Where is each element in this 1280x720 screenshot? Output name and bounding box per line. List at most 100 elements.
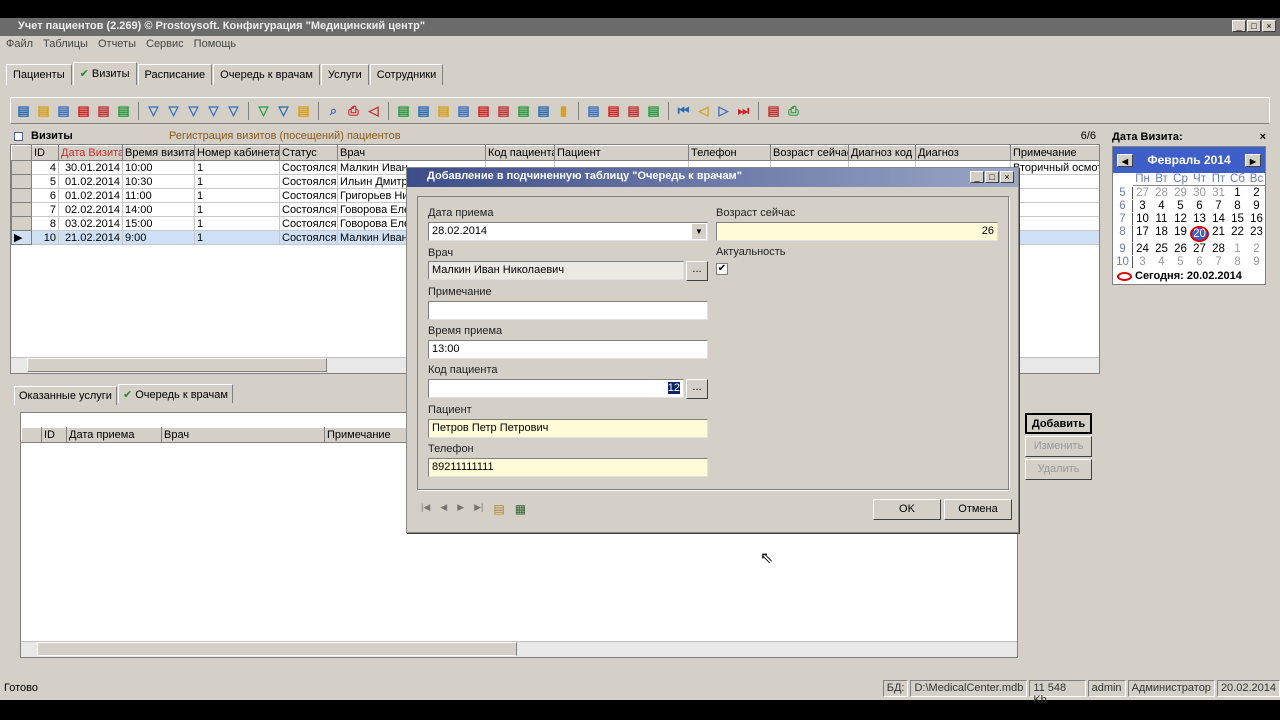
dialog-maximize-button[interactable]: □ xyxy=(985,171,999,183)
calendar-day[interactable]: 6 xyxy=(1190,256,1209,268)
column-header[interactable]: ID xyxy=(31,145,59,161)
import2-icon[interactable]: ▤ xyxy=(605,102,622,119)
excel-icon[interactable]: ▤ xyxy=(455,102,472,119)
calendar-day[interactable]: 15 xyxy=(1228,213,1247,225)
time-field[interactable]: 13:00 xyxy=(428,340,708,359)
prev-record-icon[interactable]: ◀ xyxy=(440,502,447,516)
menu-item[interactable]: Таблицы xyxy=(43,38,88,54)
filter-remove-icon[interactable]: ▽ xyxy=(165,102,182,119)
menu-item[interactable]: Помощь xyxy=(194,38,237,54)
columns-icon[interactable]: ▤ xyxy=(625,102,642,119)
export-excel-icon[interactable]: ▤ xyxy=(415,102,432,119)
calendar-day[interactable]: 4 xyxy=(1152,256,1171,268)
dialog-minimize-button[interactable]: _ xyxy=(970,171,984,183)
column-header[interactable]: Примечание xyxy=(1010,145,1099,161)
calendar-day[interactable]: 5 xyxy=(1171,200,1190,212)
queue-scrollbar[interactable] xyxy=(21,641,1017,657)
active-checkbox[interactable]: ✔ xyxy=(716,263,728,275)
print-icon[interactable]: ⎙ xyxy=(345,102,362,119)
tab-2[interactable]: Расписание xyxy=(137,64,213,85)
next-month-button[interactable]: ▶ xyxy=(1244,153,1261,167)
calendar-day[interactable]: 6 xyxy=(1190,200,1209,212)
export-icon[interactable]: ▤ xyxy=(475,102,492,119)
column-header[interactable]: Телефон xyxy=(688,145,771,161)
calendar-day[interactable]: 27 xyxy=(1133,187,1152,199)
calendar-day[interactable]: 11 xyxy=(1152,213,1171,225)
filter-yellow-icon[interactable]: ▽ xyxy=(205,102,222,119)
calendar-day[interactable]: 5 xyxy=(1171,256,1190,268)
folder-icon[interactable]: ▤ xyxy=(493,502,504,516)
next-record-icon[interactable]: ▶ xyxy=(457,502,464,516)
column-header[interactable]: Врач xyxy=(161,427,325,443)
calendar-day[interactable]: 1 xyxy=(1228,243,1247,255)
calendar-day[interactable]: 13 xyxy=(1190,213,1209,225)
detail-tab-1[interactable]: ✔ Очередь к врачам xyxy=(117,384,233,403)
filter-tree-icon[interactable]: ▽ xyxy=(275,102,292,119)
calendar-day[interactable]: 8 xyxy=(1228,200,1247,212)
date-field[interactable]: 28.02.2014 ▼ xyxy=(428,222,708,241)
export-csv-icon[interactable]: ▤ xyxy=(515,102,532,119)
export-html-icon[interactable]: ▤ xyxy=(495,102,512,119)
menu-item[interactable]: Файл xyxy=(6,38,33,54)
calendar-day[interactable]: 14 xyxy=(1209,213,1228,225)
calendar-day[interactable]: 3 xyxy=(1133,256,1152,268)
doctor-field[interactable]: Малкин Иван Николаевич xyxy=(428,261,684,280)
first-record-icon[interactable]: |◀ xyxy=(421,502,430,516)
code-browse-button[interactable]: ... xyxy=(686,379,708,399)
table-settings-icon[interactable]: ▤ xyxy=(645,102,662,119)
calendar-day[interactable]: 3 xyxy=(1133,200,1152,212)
last-icon[interactable]: ⏭ xyxy=(735,102,752,119)
calendar-day[interactable]: 2 xyxy=(1247,187,1266,199)
calendar-day[interactable]: 28 xyxy=(1152,187,1171,199)
tab-0[interactable]: Пациенты xyxy=(6,64,72,85)
tab-5[interactable]: Сотрудники xyxy=(369,64,444,85)
scroll-thumb[interactable] xyxy=(37,642,517,656)
minimize-button[interactable]: _ xyxy=(1232,20,1246,32)
scroll-thumb[interactable] xyxy=(27,358,327,372)
dialog-close-button[interactable]: × xyxy=(1000,171,1014,183)
edit-icon[interactable]: ▤ xyxy=(35,102,52,119)
patient-field[interactable]: Петров Петр Петрович xyxy=(428,419,708,438)
add-record-icon[interactable]: ▤ xyxy=(15,102,32,119)
column-header[interactable]: Диагноз код xyxy=(848,145,916,161)
prev-month-button[interactable]: ◀ xyxy=(1117,153,1133,167)
column-header[interactable]: Дата Визита xyxy=(58,145,123,161)
ok-button[interactable]: OK xyxy=(873,499,941,520)
calendar-day[interactable]: 23 xyxy=(1247,226,1266,242)
column-header[interactable]: Время визита xyxy=(122,145,195,161)
age-field[interactable]: 26 xyxy=(716,222,998,241)
delete-table-icon[interactable]: ▤ xyxy=(95,102,112,119)
calendar-day[interactable]: 9 xyxy=(1247,200,1266,212)
menu-item[interactable]: Отчеты xyxy=(98,38,136,54)
delete-icon[interactable]: ▤ xyxy=(75,102,92,119)
last-record-icon[interactable]: ▶| xyxy=(474,502,483,516)
calendar-day[interactable]: 1 xyxy=(1228,187,1247,199)
calendar-day[interactable]: 25 xyxy=(1152,243,1171,255)
column-header[interactable]: Врач xyxy=(337,145,486,161)
today-label[interactable]: Сегодня: 20.02.2014 xyxy=(1135,270,1242,282)
column-header[interactable]: ID xyxy=(41,427,67,443)
chart-icon[interactable]: ▮ xyxy=(555,102,572,119)
maximize-button[interactable]: □ xyxy=(1247,20,1261,32)
calendar-day[interactable]: 7 xyxy=(1209,256,1228,268)
close-icon[interactable]: × xyxy=(1260,131,1266,143)
column-header[interactable]: Статус xyxy=(279,145,338,161)
copy-icon[interactable]: ▤ xyxy=(55,102,72,119)
calendar-day[interactable]: 27 xyxy=(1190,243,1209,255)
word-icon[interactable]: ▤ xyxy=(435,102,452,119)
calendar-day[interactable]: 26 xyxy=(1171,243,1190,255)
calendar-day[interactable]: 8 xyxy=(1228,256,1247,268)
column-header[interactable]: Дата приема xyxy=(66,427,162,443)
column-header[interactable]: Номер кабинета xyxy=(194,145,280,161)
calendar-day[interactable]: 2 xyxy=(1247,243,1266,255)
printer-icon[interactable]: ⎙ xyxy=(785,102,802,119)
filter-icon[interactable]: ▽ xyxy=(145,102,162,119)
code-field[interactable]: 12 xyxy=(428,379,684,398)
dropdown-arrow-icon[interactable]: ▼ xyxy=(692,224,706,239)
tab-4[interactable]: Услуги xyxy=(320,64,369,85)
calendar-day[interactable]: 20 xyxy=(1190,226,1209,242)
calendar-day[interactable]: 24 xyxy=(1133,243,1152,255)
calendar-day[interactable]: 28 xyxy=(1209,243,1228,255)
column-header[interactable]: Возраст сейчас xyxy=(770,145,849,161)
phone-field[interactable]: 89211111111 xyxy=(428,458,708,477)
